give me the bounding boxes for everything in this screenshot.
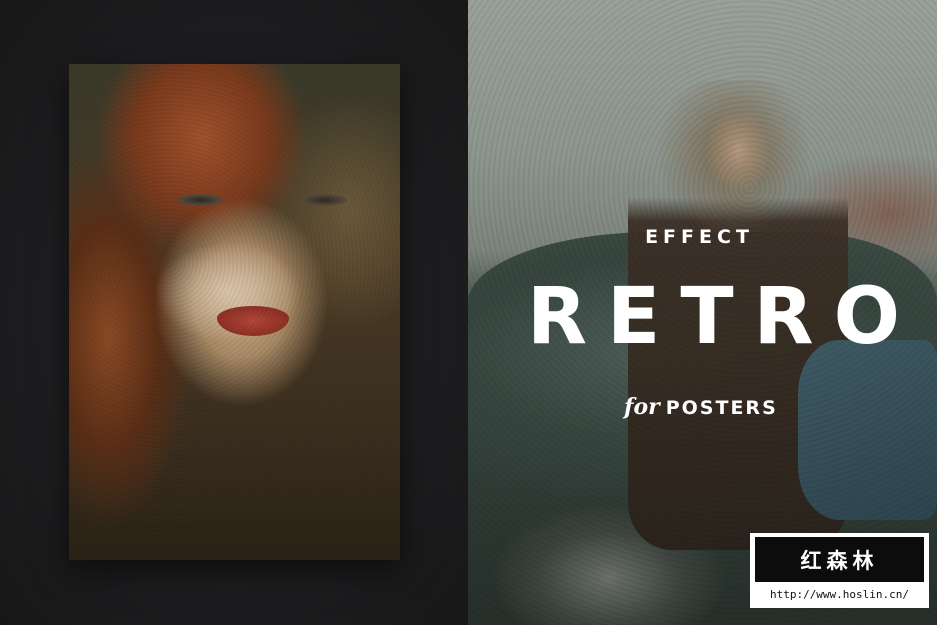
portrait-photo [69, 64, 400, 560]
left-panel [0, 0, 468, 625]
for-word: for [624, 394, 660, 420]
watermark-badge: 红森林 http://www.hoslin.cn/ [750, 533, 929, 608]
grain-texture [69, 64, 400, 560]
watermark-brand-box: 红森林 [755, 537, 924, 582]
for-posters-subtitle: for POSTERS [624, 394, 778, 420]
effect-heading: EFFECT [645, 226, 754, 248]
retro-title: RETRO [527, 272, 920, 362]
watermark-url: http://www.hoslin.cn/ [769, 588, 910, 601]
watermark-brand: 红森林 [800, 548, 879, 573]
posters-word: POSTERS [665, 397, 778, 419]
